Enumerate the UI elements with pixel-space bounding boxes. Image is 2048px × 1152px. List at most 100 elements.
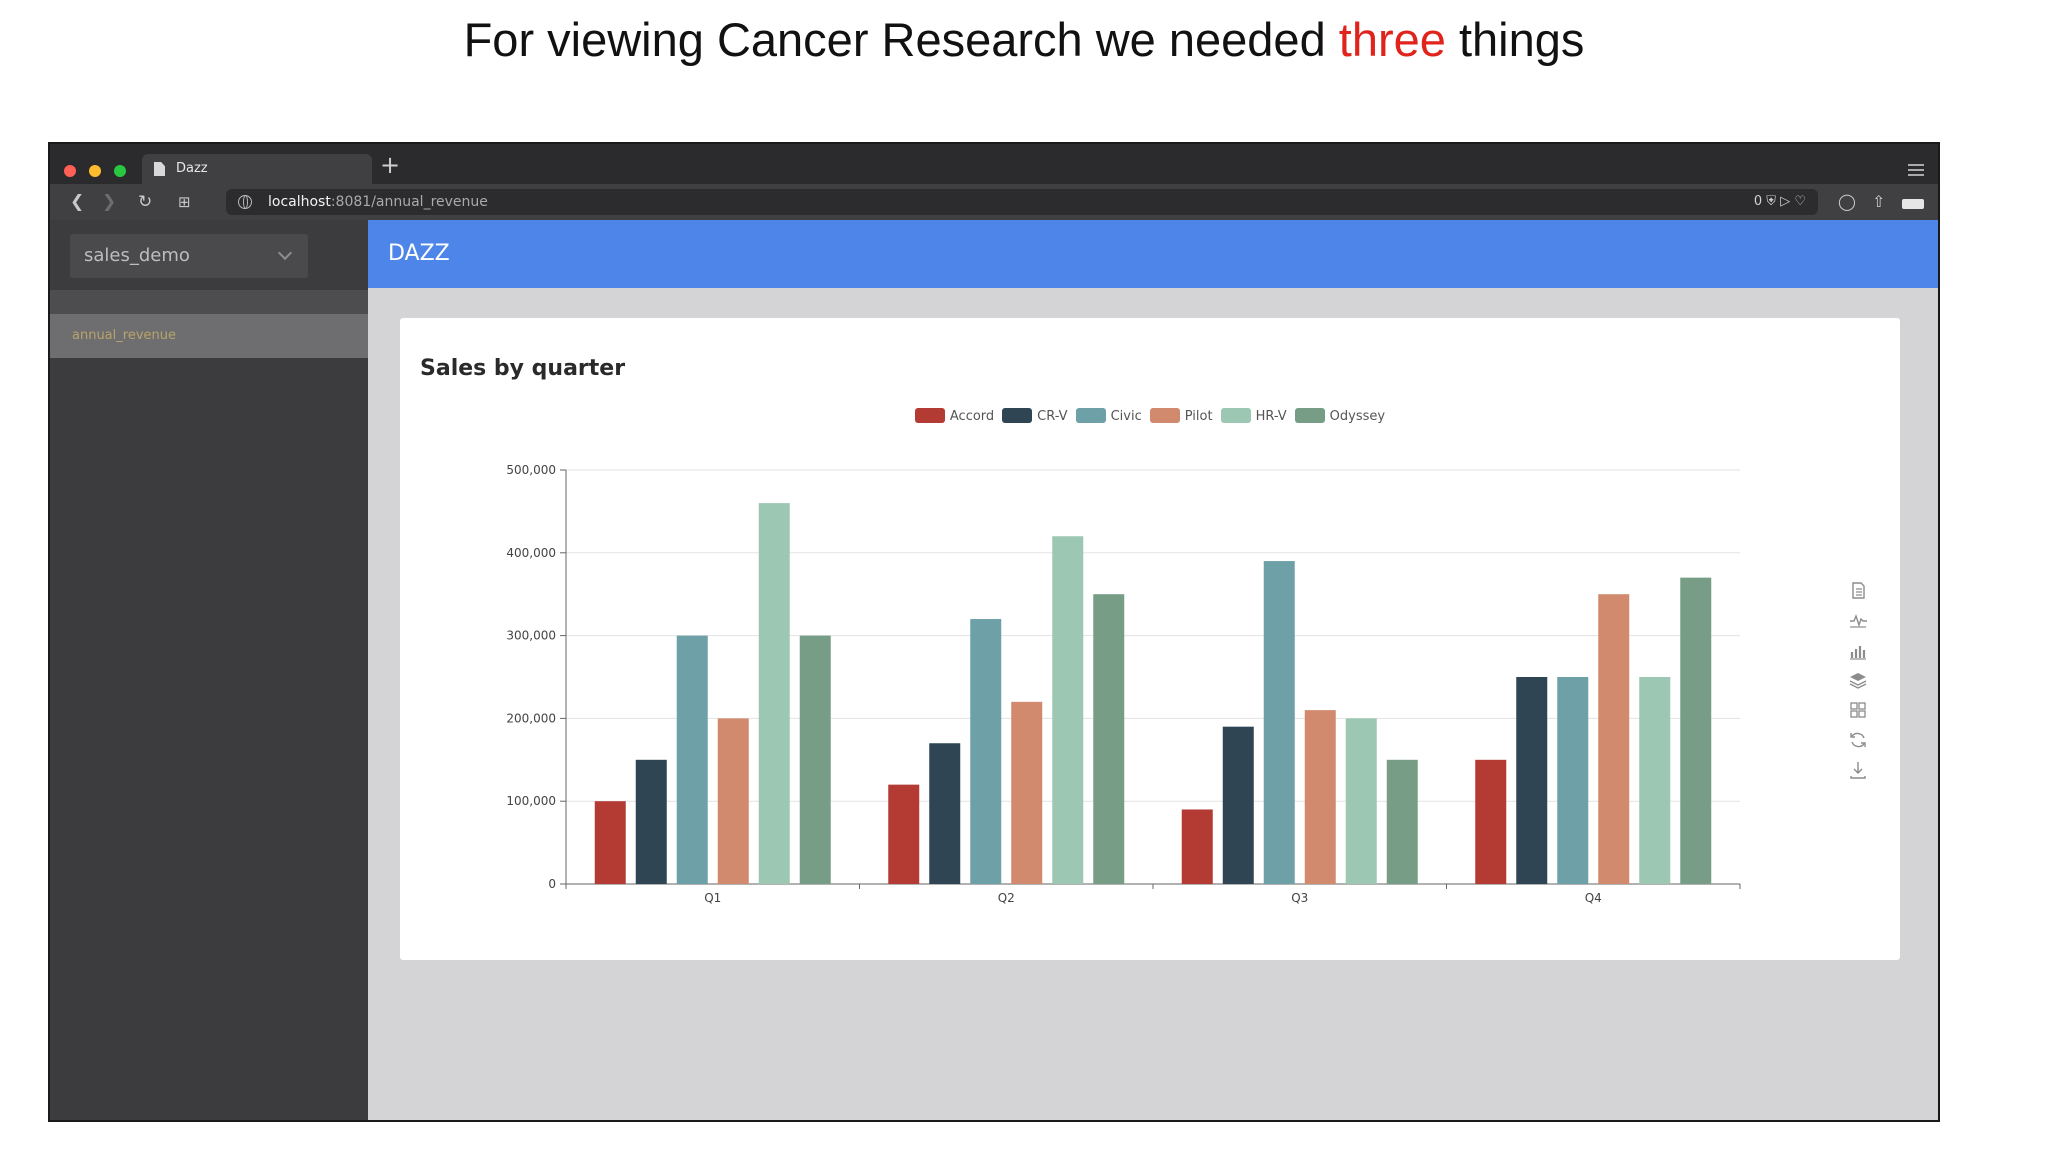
restore-icon[interactable] — [1846, 724, 1870, 754]
y-tick-label: 400,000 — [506, 546, 556, 560]
legend-swatch — [1002, 408, 1033, 423]
bar-civic-q2[interactable] — [970, 619, 1002, 884]
bar-cr-v-q4[interactable] — [1516, 677, 1548, 884]
database-select[interactable]: sales_demo — [70, 234, 308, 278]
bar-accord-q4[interactable] — [1475, 759, 1507, 884]
legend-label: CR-V — [1037, 409, 1068, 424]
y-tick-label: 300,000 — [506, 629, 556, 643]
app-header: DAZZ — [368, 220, 1938, 288]
tab-overview-icon[interactable] — [1908, 164, 1924, 179]
bar-hr-v-q1[interactable] — [758, 503, 790, 884]
bar-cr-v-q1[interactable] — [635, 759, 667, 884]
x-tick-label: Q2 — [998, 891, 1015, 905]
pocket-icon[interactable]: ◯ — [1838, 190, 1856, 214]
bar-pilot-q1[interactable] — [717, 718, 749, 884]
reload-icon[interactable]: ↻ — [138, 190, 152, 214]
bar-hr-v-q2[interactable] — [1052, 536, 1084, 884]
legend-item[interactable]: HR-V — [1220, 408, 1287, 424]
slide-title-highlight: three — [1338, 13, 1446, 66]
y-tick-label: 200,000 — [506, 711, 556, 725]
legend-label: Accord — [949, 409, 995, 424]
extension-badge: 0 — [1753, 194, 1763, 209]
bar-accord-q3[interactable] — [1181, 809, 1213, 884]
send-icon[interactable]: ▷ — [1780, 194, 1790, 209]
bar-cr-v-q3[interactable] — [1222, 726, 1254, 884]
bar-civic-q3[interactable] — [1263, 561, 1295, 884]
sidebar-divider — [50, 290, 368, 314]
maximize-window-button[interactable] — [114, 165, 126, 177]
app-title: DAZZ — [388, 241, 450, 266]
tab-title: Dazz — [176, 161, 208, 176]
legend-swatch — [1149, 408, 1180, 423]
legend-swatch — [1075, 408, 1106, 423]
bar-odyssey-q2[interactable] — [1093, 594, 1125, 884]
legend-swatch — [1220, 408, 1251, 423]
shield-icon[interactable]: ⛨ — [1766, 194, 1776, 209]
bar-civic-q1[interactable] — [676, 635, 708, 884]
browser-window: Dazz + ❮ ❯ ↻ ⊞ localhost:8081/annual_rev… — [48, 142, 1940, 1122]
bar-odyssey-q4[interactable] — [1680, 577, 1712, 884]
chart-legend: Accord CR-V Civic Pilot HR-V Odyssey — [400, 408, 1900, 424]
bar-accord-q1[interactable] — [594, 801, 626, 884]
bar-chart-icon[interactable] — [1846, 634, 1870, 664]
bar-odyssey-q1[interactable] — [799, 635, 831, 884]
sidebar: sales_demo annual_revenue — [50, 220, 368, 1120]
tab-grid-icon[interactable]: ⊞ — [178, 190, 191, 214]
legend-item[interactable]: Civic — [1075, 408, 1142, 424]
chevron-down-icon — [277, 245, 293, 261]
legend-label: HR-V — [1255, 409, 1287, 424]
minimize-window-button[interactable] — [89, 165, 101, 177]
database-select-value: sales_demo — [84, 245, 190, 266]
new-tab-button[interactable]: + — [380, 150, 400, 180]
main-content: DAZZ 0 100,000 200,000 300,000 400,000 500,00… — [368, 220, 1938, 1120]
bar-hr-v-q4[interactable] — [1639, 677, 1671, 884]
slide-title-start: For viewing Cancer Research we needed — [463, 13, 1339, 66]
legend-item[interactable]: Pilot — [1149, 408, 1213, 424]
url-extensions: 0 ⛨ ▷ ♡ — [1754, 189, 1806, 215]
legend-label: Odyssey — [1329, 409, 1386, 424]
data-view-icon[interactable] — [1846, 574, 1870, 604]
legend-label: Civic — [1110, 409, 1142, 424]
y-tick-label: 0 — [548, 877, 556, 891]
save-image-icon[interactable] — [1846, 754, 1870, 784]
x-tick-label: Q1 — [704, 891, 721, 905]
slide-title: For viewing Cancer Research we needed th… — [0, 10, 2048, 70]
bar-pilot-q3[interactable] — [1304, 710, 1336, 884]
legend-item[interactable]: Odyssey — [1294, 408, 1386, 424]
tiled-icon[interactable] — [1846, 694, 1870, 724]
bar-odyssey-q3[interactable] — [1386, 759, 1418, 884]
nav-bar: ❮ ❯ ↻ ⊞ localhost:8081/annual_revenue 0 … — [50, 184, 1938, 220]
bar-accord-q2[interactable] — [888, 784, 920, 884]
slide-title-end: things — [1445, 13, 1585, 66]
bar-pilot-q4[interactable] — [1598, 594, 1630, 884]
chart-card: 0 100,000 200,000 300,000 400,000 500,000 Q1 Q2… — [400, 318, 1900, 960]
address-bar[interactable]: localhost:8081/annual_revenue 0 ⛨ ▷ ♡ — [226, 189, 1818, 215]
tab-bar: Dazz + — [50, 144, 1938, 184]
chart-toolbox — [1846, 574, 1870, 784]
bar-pilot-q2[interactable] — [1011, 701, 1043, 884]
heart-icon[interactable]: ♡ — [1794, 194, 1806, 209]
bar-civic-q4[interactable] — [1557, 677, 1589, 884]
share-icon[interactable]: ⇧ — [1872, 190, 1885, 214]
legend-label: Pilot — [1184, 409, 1213, 424]
x-tick-label: Q4 — [1585, 891, 1602, 905]
legend-swatch — [1294, 408, 1325, 423]
sidebar-item-annual-revenue[interactable]: annual_revenue — [50, 314, 368, 358]
document-icon — [154, 162, 165, 176]
legend-item[interactable]: CR-V — [1002, 408, 1068, 424]
battery-icon — [1902, 199, 1924, 209]
y-tick-label: 100,000 — [506, 794, 556, 808]
bar-hr-v-q3[interactable] — [1345, 718, 1377, 884]
back-icon[interactable]: ❮ — [70, 190, 84, 214]
bar-cr-v-q2[interactable] — [929, 743, 961, 884]
close-window-button[interactable] — [64, 165, 76, 177]
forward-icon[interactable]: ❯ — [102, 190, 116, 214]
globe-icon — [238, 195, 252, 209]
sidebar-item-label: annual_revenue — [72, 328, 176, 343]
line-chart-icon[interactable] — [1846, 604, 1870, 634]
stack-icon[interactable] — [1846, 664, 1870, 694]
browser-tab[interactable]: Dazz — [142, 154, 372, 184]
legend-item[interactable]: Accord — [914, 408, 995, 424]
url-host: localhost — [268, 194, 331, 210]
url-path: :8081/annual_revenue — [330, 194, 488, 210]
